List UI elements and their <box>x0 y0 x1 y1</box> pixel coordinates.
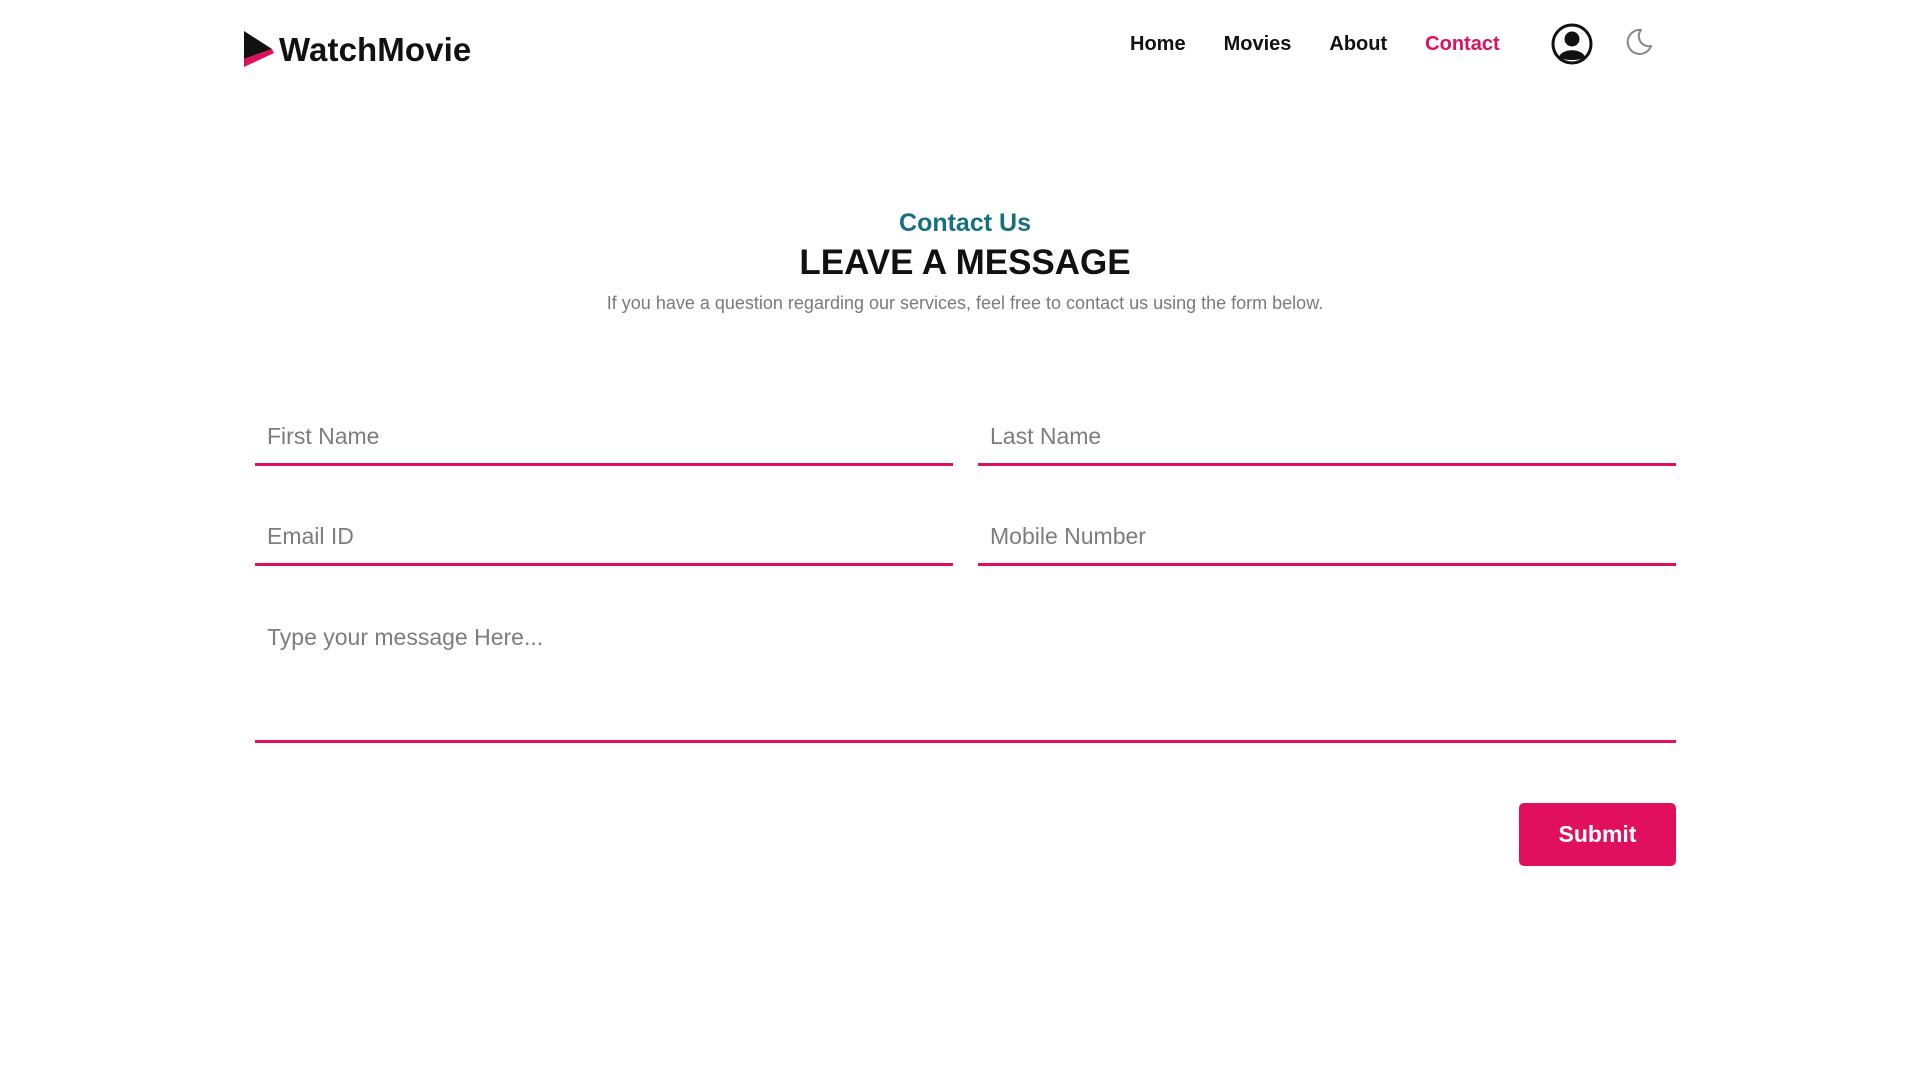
mobile-number-input[interactable] <box>978 506 1676 566</box>
play-triangle-icon <box>244 31 274 67</box>
nav-link-contact[interactable]: Contact <box>1425 26 1499 62</box>
submit-button[interactable]: Submit <box>1519 803 1676 866</box>
page-title: LEAVE A MESSAGE <box>799 243 1131 282</box>
message-textarea[interactable] <box>255 610 1676 743</box>
brand-name: WatchMovie <box>279 31 472 68</box>
page-subtitle: If you have a question regarding our ser… <box>606 293 1324 313</box>
last-name-input[interactable] <box>978 406 1676 466</box>
moon-icon[interactable] <box>1624 27 1654 57</box>
nav-link-about[interactable]: About <box>1329 26 1387 62</box>
email-input[interactable] <box>255 506 953 566</box>
brand-logo[interactable]: WatchMovie <box>242 28 471 72</box>
section-eyebrow: Contact Us <box>899 209 1031 237</box>
nav-menu: Home Movies About Contact <box>1130 26 1538 62</box>
first-name-input[interactable] <box>255 406 953 466</box>
contact-header: Contact Us LEAVE A MESSAGE If you have a… <box>0 205 1920 317</box>
user-avatar-icon[interactable] <box>1551 23 1593 65</box>
nav-link-home[interactable]: Home <box>1130 26 1186 62</box>
navbar: WatchMovie Home Movies About Contact <box>0 0 1920 100</box>
nav-link-movies[interactable]: Movies <box>1224 26 1292 62</box>
